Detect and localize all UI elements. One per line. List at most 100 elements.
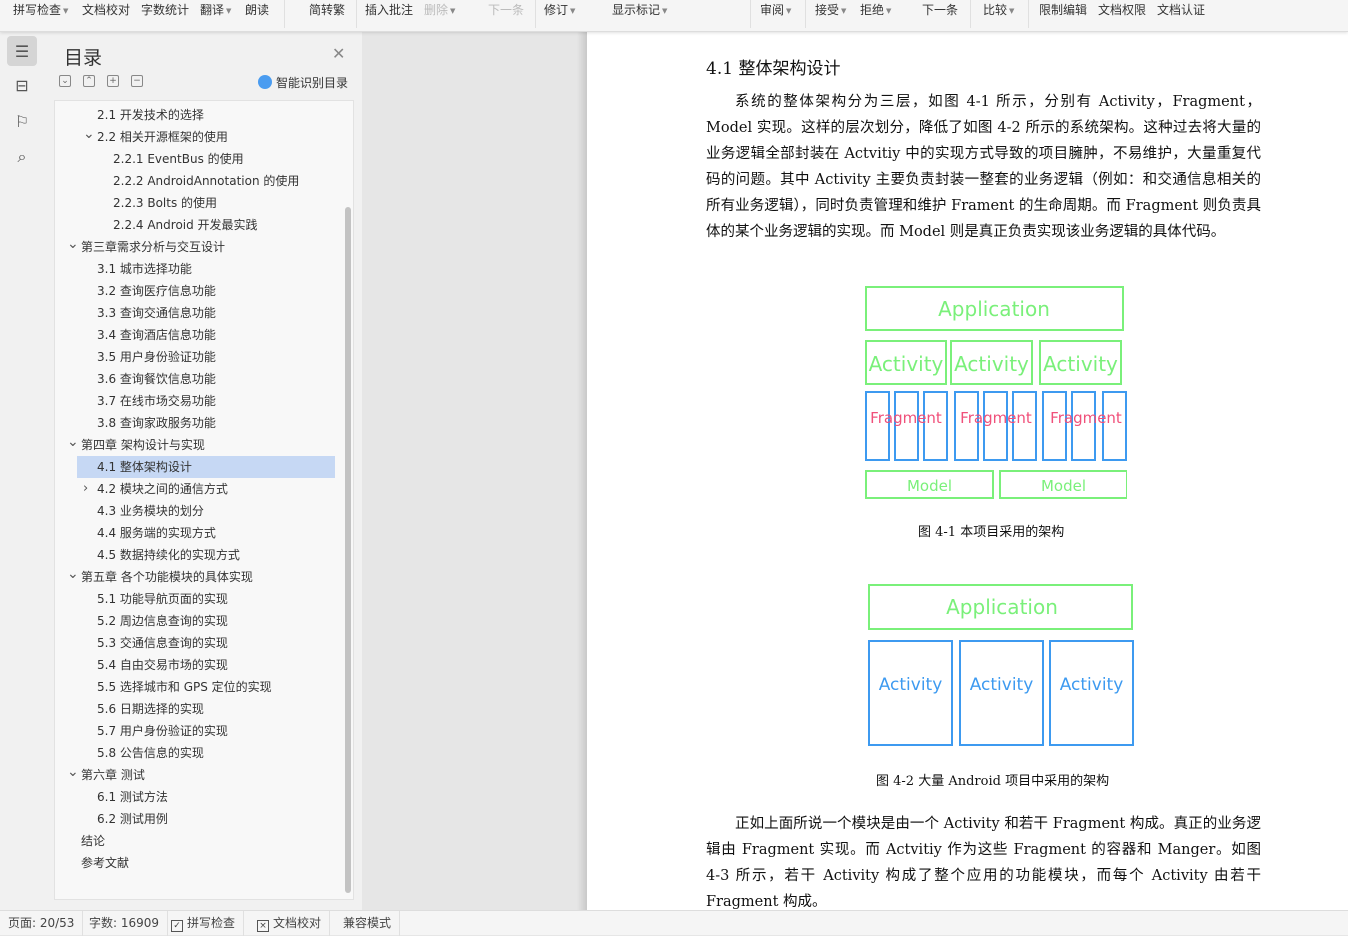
toolbar-button-label: 审阅 <box>760 3 785 17</box>
toc-item[interactable]: 3.2 查询医疗信息功能 <box>55 280 335 302</box>
toc-item[interactable]: 5.1 功能导航页面的实现 <box>55 588 335 610</box>
toc-item[interactable]: › 4.2 模块之间的通信方式 <box>55 478 335 500</box>
toc-item[interactable]: 4.4 服务端的实现方式 <box>55 522 335 544</box>
toc-item[interactable]: ⌄ 第四章 架构设计与实现 <box>55 434 335 456</box>
toc-item[interactable]: ⌄ 第五章 各个功能模块的具体实现 <box>55 566 335 588</box>
search-icon[interactable]: ⌕ <box>7 142 37 172</box>
toc-item[interactable]: 4.5 数据持续化的实现方式 <box>55 544 335 566</box>
smart-toc-button[interactable]: 智能识别目录 <box>258 74 348 91</box>
toolbar-button[interactable]: 插入批注 <box>365 1 413 18</box>
chevron-down-icon[interactable]: ⌄ <box>83 123 95 145</box>
toc-item[interactable]: 5.2 周边信息查询的实现 <box>55 610 335 632</box>
toolbar-button-label: 拼写检查 <box>13 3 62 17</box>
proofread-button[interactable]: × 文档校对 <box>249 911 331 936</box>
toolbar-button[interactable]: 删除 ▼ <box>424 1 455 18</box>
toolbar-button[interactable]: 字数统计 <box>141 1 189 18</box>
toolbar-button[interactable]: 比较 ▼ <box>983 1 1014 18</box>
toc-item-label: 3.7 在线市场交易功能 <box>97 394 216 408</box>
toc-item[interactable]: 2.2.1 EventBus 的使用 <box>55 148 335 170</box>
model-label: Model <box>907 477 952 495</box>
chevron-down-icon[interactable]: ⌄ <box>67 563 79 585</box>
chevron-down-icon[interactable]: ⌄ <box>59 75 71 87</box>
toc-item[interactable]: 5.5 选择城市和 GPS 定位的实现 <box>55 676 335 698</box>
toc-item[interactable]: 2.2.3 Bolts 的使用 <box>55 192 335 214</box>
bookmark-icon[interactable]: ⚐ <box>7 106 37 136</box>
toc-item[interactable]: 2.1 开发技术的选择 <box>55 104 335 126</box>
toc-item[interactable]: 4.1 整体架构设计 <box>77 456 335 478</box>
toc-item[interactable]: 3.3 查询交通信息功能 <box>55 302 335 324</box>
toolbar-separator <box>1028 0 1029 28</box>
toc-item[interactable]: 5.8 公告信息的实现 <box>55 742 335 764</box>
toc-item-label: 4.5 数据持续化的实现方式 <box>97 548 240 562</box>
toc-item[interactable]: 3.6 查询餐饮信息功能 <box>55 368 335 390</box>
chevron-right-icon[interactable]: › <box>83 478 88 500</box>
toc-item[interactable]: 3.5 用户身份验证功能 <box>55 346 335 368</box>
toolbar-button[interactable]: 文档认证 <box>1157 1 1205 18</box>
toolbar-separator <box>535 0 536 28</box>
chevron-down-icon[interactable]: ⌄ <box>67 761 79 783</box>
toolbar-button[interactable]: 修订 ▼ <box>544 1 575 18</box>
spell-check-button[interactable]: ✓ 拼写检查 <box>163 911 245 936</box>
toc-panel-icon[interactable]: ☰ <box>7 36 37 66</box>
toc-item[interactable]: 6.2 测试用例 <box>55 808 335 830</box>
chevron-down-icon[interactable]: ⌄ <box>67 233 79 255</box>
toc-item-label: 5.6 日期选择的实现 <box>97 702 204 716</box>
toolbar-button[interactable]: 下一条 <box>488 1 524 18</box>
toc-item[interactable]: ⌄ 2.2 相关开源框架的使用 <box>55 126 335 148</box>
toolbar-button[interactable]: 拼写检查 ▼ <box>13 1 68 18</box>
toc-item-label: 5.1 功能导航页面的实现 <box>97 592 228 606</box>
toolbar-button[interactable]: 朗读 <box>245 1 269 18</box>
toc-item[interactable]: 2.2.4 Android 开发最实践 <box>55 214 335 236</box>
close-icon[interactable]: ✕ <box>332 44 345 63</box>
toc-item[interactable]: 6.1 测试方法 <box>55 786 335 808</box>
toc-item[interactable]: 3.8 查询家政服务功能 <box>55 412 335 434</box>
toolbar-button[interactable]: 限制编辑 <box>1039 1 1087 18</box>
toc-item[interactable]: 3.7 在线市场交易功能 <box>55 390 335 412</box>
expand-plus-icon[interactable]: + <box>107 75 119 87</box>
toc-item[interactable]: 结论 <box>55 830 335 852</box>
toc-item[interactable]: 5.7 用户身份验证的实现 <box>55 720 335 742</box>
document-page[interactable]: 4.1 整体架构设计 系统的整体架构分为三层，如图 4-1 所示，分别有 Act… <box>587 32 1348 910</box>
toc-item-label: 3.5 用户身份验证功能 <box>97 350 216 364</box>
toc-item[interactable]: 参考文献 <box>55 852 335 874</box>
toc-item-label: 2.2.3 Bolts 的使用 <box>113 196 218 210</box>
toc-item[interactable]: 5.6 日期选择的实现 <box>55 698 335 720</box>
word-count[interactable]: 字数: 16909 <box>81 911 169 936</box>
toc-item[interactable]: ⌄ 第六章 测试 <box>55 764 335 786</box>
toolbar-button-label: 字数统计 <box>141 3 190 17</box>
toolbar-button[interactable]: 文档权限 <box>1098 1 1146 18</box>
caret-down-icon: ▼ <box>841 6 847 15</box>
status-bar: 页面: 20/53 字数: 16909 ✓ 拼写检查 × 文档校对 兼容模式 <box>0 910 1348 936</box>
page-count[interactable]: 页面: 20/53 <box>0 911 84 936</box>
toc-item[interactable]: 3.4 查询酒店信息功能 <box>55 324 335 346</box>
application-label: Application <box>946 595 1058 619</box>
toc-item-label: 3.3 查询交通信息功能 <box>97 306 216 320</box>
toolbar-button[interactable]: 文档校对 <box>82 1 130 18</box>
toc-item[interactable]: 4.3 业务模块的划分 <box>55 500 335 522</box>
navigation-icon[interactable]: ⊟ <box>7 70 37 100</box>
toolbar-button[interactable]: 简转繁 <box>309 1 345 18</box>
toc-item-label: 3.4 查询酒店信息功能 <box>97 328 216 342</box>
toolbar-button-label: 修订 <box>544 3 569 17</box>
toolbar-button[interactable]: 显示标记 ▼ <box>612 1 667 18</box>
ai-icon <box>258 75 272 89</box>
toolbar-button[interactable]: 审阅 ▼ <box>760 1 791 18</box>
toc-item[interactable]: 5.3 交通信息查询的实现 <box>55 632 335 654</box>
toolbar-button-label: 朗读 <box>245 3 270 17</box>
toolbar-button-label: 拒绝 <box>860 3 885 17</box>
toolbar-button[interactable]: 翻译 ▼ <box>200 1 231 18</box>
collapse-minus-icon[interactable]: − <box>131 75 143 87</box>
toolbar-button[interactable]: 下一条 <box>922 1 958 18</box>
toolbar-button[interactable]: 接受 ▼ <box>815 1 846 18</box>
toc-item[interactable]: 5.4 自由交易市场的实现 <box>55 654 335 676</box>
chevron-up-icon[interactable]: ⌃ <box>83 75 95 87</box>
activity-label: Activity <box>970 675 1034 695</box>
scrollbar[interactable] <box>345 207 351 893</box>
toc-item[interactable]: ⌄ 第三章需求分析与交互设计 <box>55 236 335 258</box>
chevron-down-icon[interactable]: ⌄ <box>67 431 79 453</box>
toc-item[interactable]: 3.1 城市选择功能 <box>55 258 335 280</box>
toc-item[interactable]: 2.2.2 AndroidAnnotation 的使用 <box>55 170 335 192</box>
toolbar-button-label: 文档校对 <box>82 3 131 17</box>
toolbar-button[interactable]: 拒绝 ▼ <box>860 1 891 18</box>
activity-label: Activity <box>879 675 943 695</box>
